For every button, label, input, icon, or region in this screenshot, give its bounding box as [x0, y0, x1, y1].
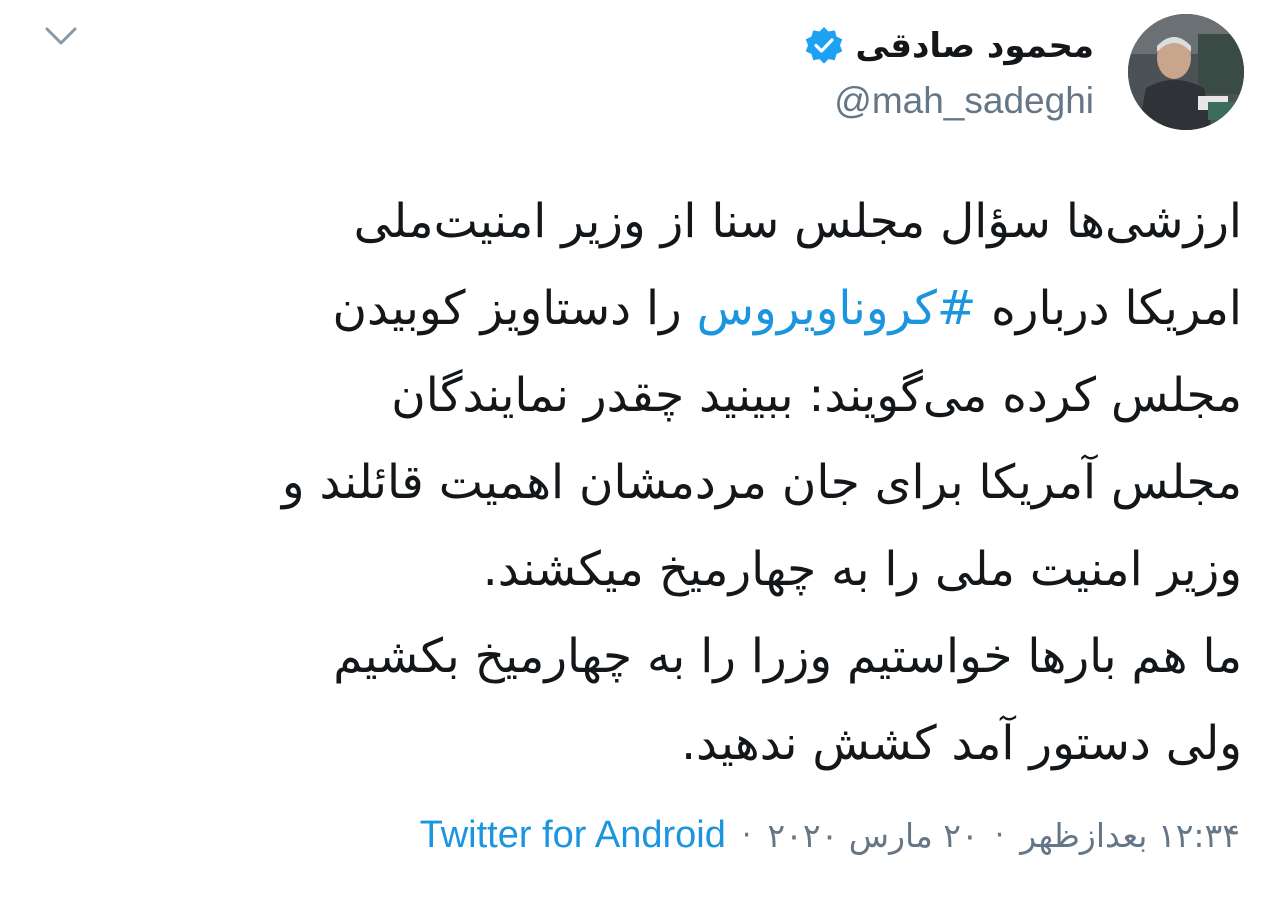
tweet-meta: ۱۲:۳۴ بعدازظهر · ۲۰ مارس ۲۰۲۰ · Twitter … — [420, 814, 1240, 857]
meta-separator: · — [741, 818, 752, 853]
tweet-line: امریکا درباره #کروناویروس را دستاویز کوب… — [92, 265, 1242, 352]
tweet-source-link[interactable]: Twitter for Android — [420, 814, 726, 857]
tweet-line: مجلس کرده می‌گویند: ببینید چقدر نمایندگا… — [391, 368, 1242, 423]
user-handle[interactable]: @mah_sadeghi — [803, 80, 1094, 122]
tweet-line: ارزشی‌ها سؤال مجلس سنا از وزیر امنیت‌ملی — [353, 194, 1242, 249]
tweet-card: محمود صادقی @mah_sadeghi ارزشی‌ها سؤال م… — [0, 0, 1280, 907]
tweet-author[interactable]: محمود صادقی @mah_sadeghi — [803, 20, 1094, 122]
tweet-line: ما هم بارها خواستیم وزرا را به چهارمیخ ب… — [333, 629, 1242, 684]
chevron-down-icon[interactable] — [36, 18, 86, 58]
display-name[interactable]: محمود صادقی — [855, 26, 1094, 66]
tweet-line: ولی دستور آمد کشش ندهید. — [681, 716, 1242, 771]
name-row: محمود صادقی — [803, 20, 1094, 72]
tweet-line: مجلس آمریکا برای جان مردمشان اهمیت قائلن… — [281, 455, 1242, 510]
tweet-date[interactable]: ۲۰ مارس ۲۰۲۰ — [767, 816, 978, 855]
tweet-text-segment: امریکا درباره — [976, 281, 1242, 336]
meta-separator: · — [994, 818, 1005, 853]
avatar[interactable] — [1128, 14, 1244, 130]
verified-badge-icon — [803, 25, 845, 67]
tweet-text-segment: را دستاویز کوبیدن — [332, 281, 697, 336]
tweet-text: ارزشی‌ها سؤال مجلس سنا از وزیر امنیت‌ملی… — [92, 178, 1242, 787]
hashtag-link[interactable]: #کروناویروس — [697, 281, 977, 336]
tweet-line: وزیر امنیت ملی را به چهارمیخ میکشند. — [482, 542, 1242, 597]
tweet-time[interactable]: ۱۲:۳۴ بعدازظهر — [1020, 816, 1240, 855]
